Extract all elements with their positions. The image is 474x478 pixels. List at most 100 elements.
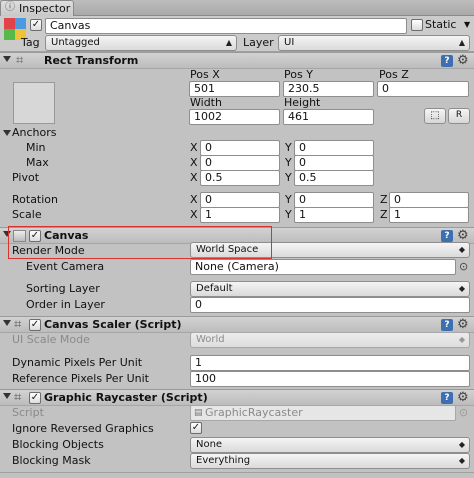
help-icon[interactable]: ?	[441, 319, 453, 331]
blocking-objects-dropdown[interactable]: None ◆	[190, 437, 470, 453]
static-checkbox[interactable]	[411, 19, 423, 31]
script-field: ▤ GraphicRaycaster	[190, 405, 456, 421]
raycaster-icon: ⌗	[14, 390, 22, 405]
foldout-icon[interactable]	[3, 56, 11, 62]
highlight-box	[8, 226, 272, 259]
layer-label: Layer	[243, 36, 274, 49]
tag-dropdown[interactable]: Untagged ▲	[45, 35, 237, 51]
chevron-down-icon: ◆	[458, 284, 465, 293]
width-input[interactable]: 1002	[189, 109, 280, 125]
scale-x-input[interactable]: 1	[200, 207, 280, 223]
anchor-max-x-input[interactable]: 0	[200, 155, 280, 171]
graphic-raycaster-header[interactable]: ⌗ ✓ Graphic Raycaster (Script) ? ⚙	[0, 389, 474, 406]
blocking-mask-dropdown[interactable]: Everything ◆	[190, 453, 470, 469]
layer-value: UI	[284, 37, 295, 48]
active-checkbox[interactable]: ✓	[30, 19, 42, 31]
canvas-scaler-title: Canvas Scaler (Script)	[44, 318, 182, 331]
pos-z-input[interactable]: 0	[377, 81, 469, 97]
rect-transform-header[interactable]: ⌗ Rect Transform ? ⚙	[0, 52, 474, 69]
min-y-axis-label: Y	[285, 141, 292, 154]
anchor-min-x-input[interactable]: 0	[200, 140, 280, 156]
raw-edit-button[interactable]: R	[448, 108, 470, 124]
tag-label: Tag	[21, 36, 40, 49]
rot-z-axis-label: Z	[380, 193, 388, 206]
canvas-scaler-header[interactable]: ⌗ ✓ Canvas Scaler (Script) ? ⚙	[0, 316, 474, 333]
pos-y-input[interactable]: 230.5	[283, 81, 374, 97]
rot-x-axis-label: X	[190, 193, 198, 206]
object-picker-icon[interactable]: ⊙	[459, 261, 468, 273]
foldout-icon[interactable]	[3, 393, 11, 399]
chevron-down-icon: ◆	[458, 245, 465, 254]
pivot-y-axis-label: Y	[285, 171, 292, 184]
rotation-x-input[interactable]: 0	[200, 192, 280, 208]
scale-z-input[interactable]: 1	[389, 207, 469, 223]
raw-edit-label: R	[455, 110, 463, 120]
pos-x-input[interactable]: 501	[189, 81, 280, 97]
gear-icon[interactable]: ⚙	[457, 391, 469, 404]
help-icon[interactable]: ?	[441, 392, 453, 404]
help-icon[interactable]: ?	[441, 230, 453, 242]
tab-label: Inspector	[19, 2, 71, 15]
raycaster-enabled-checkbox[interactable]: ✓	[29, 392, 41, 404]
sorting-layer-dropdown[interactable]: Default ◆	[190, 281, 470, 297]
gear-icon[interactable]: ⚙	[457, 54, 469, 67]
rect-transform-title: Rect Transform	[44, 54, 139, 67]
foldout-icon[interactable]	[3, 320, 11, 326]
script-value: GraphicRaycaster	[205, 406, 303, 419]
bottom-divider	[0, 472, 474, 473]
scale-y-axis-label: Y	[285, 208, 292, 221]
scaler-enabled-checkbox[interactable]: ✓	[29, 319, 41, 331]
sorting-layer-label: Sorting Layer	[26, 282, 100, 295]
blueprint-mode-button[interactable]: ⬚	[424, 108, 446, 124]
ui-scale-mode-value: World	[196, 334, 225, 345]
max-label: Max	[26, 156, 49, 169]
pivot-label: Pivot	[12, 171, 40, 184]
max-x-axis-label: X	[190, 156, 198, 169]
anchors-label: Anchors	[12, 126, 57, 139]
pos-x-label: Pos X	[190, 68, 220, 81]
anchor-preset-box[interactable]	[13, 82, 55, 124]
anchor-max-y-input[interactable]: 0	[294, 155, 374, 171]
dynamic-pixels-label: Dynamic Pixels Per Unit	[12, 356, 143, 369]
reference-pixels-label: Reference Pixels Per Unit	[12, 372, 149, 385]
event-camera-label: Event Camera	[26, 260, 105, 273]
object-picker-icon: ⊙	[459, 406, 469, 419]
height-input[interactable]: 461	[283, 109, 374, 125]
scale-y-input[interactable]: 1	[294, 207, 374, 223]
blueprint-icon: ⬚	[430, 110, 440, 121]
chevron-down-icon: ▲	[458, 38, 465, 47]
pivot-x-input[interactable]: 0.5	[200, 170, 280, 186]
width-label: Width	[190, 96, 222, 109]
sorting-layer-value: Default	[196, 283, 233, 294]
pos-y-label: Pos Y	[284, 68, 313, 81]
ignore-reversed-checkbox[interactable]: ✓	[190, 422, 202, 434]
tag-value: Untagged	[51, 37, 100, 48]
graphic-raycaster-title: Graphic Raycaster (Script)	[44, 391, 208, 404]
ignore-reversed-label: Ignore Reversed Graphics	[12, 422, 154, 435]
order-in-layer-label: Order in Layer	[26, 298, 105, 311]
reference-pixels-input[interactable]: 100	[190, 371, 470, 387]
order-in-layer-input[interactable]: 0	[190, 297, 470, 313]
gear-icon[interactable]: ⚙	[457, 229, 469, 242]
gear-icon[interactable]: ⚙	[457, 318, 469, 331]
static-label: Static	[425, 18, 457, 31]
min-x-axis-label: X	[190, 141, 198, 154]
rotation-y-input[interactable]: 0	[294, 192, 374, 208]
object-name-input[interactable]: Canvas	[45, 18, 407, 34]
inspector-icon: ⓘ	[5, 2, 15, 13]
ui-scale-mode-label: UI Scale Mode	[12, 333, 90, 346]
dynamic-pixels-input[interactable]: 1	[190, 355, 470, 371]
max-y-axis-label: Y	[285, 156, 292, 169]
anchors-foldout-icon[interactable]	[3, 130, 11, 136]
blocking-objects-value: None	[196, 439, 223, 450]
layer-dropdown[interactable]: UI ▲	[278, 35, 470, 51]
scale-label: Scale	[12, 208, 42, 221]
rotation-z-input[interactable]: 0	[389, 192, 469, 208]
static-dropdown-icon[interactable]: ▼	[464, 20, 470, 30]
tab-inspector[interactable]: ⓘ Inspector	[0, 0, 74, 16]
anchor-min-y-input[interactable]: 0	[294, 140, 374, 156]
pos-z-label: Pos Z	[379, 68, 409, 81]
event-camera-field[interactable]: None (Camera)	[190, 259, 456, 275]
pivot-y-input[interactable]: 0.5	[294, 170, 374, 186]
help-icon[interactable]: ?	[441, 55, 453, 67]
